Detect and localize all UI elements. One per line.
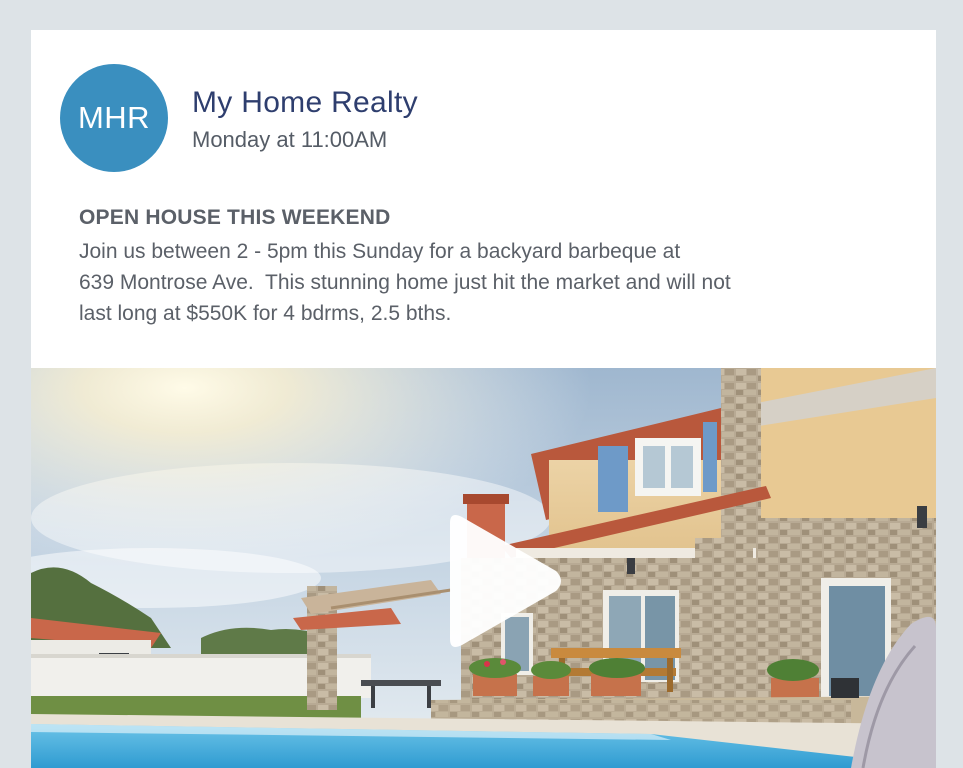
social-post-card: MHR My Home Realty Monday at 11:00AM OPE… bbox=[31, 30, 936, 768]
post-heading: OPEN HOUSE THIS WEEKEND bbox=[79, 206, 391, 229]
post-body-line: last long at $550K for 4 bdrms, 2.5 bths… bbox=[79, 302, 452, 325]
post-body-line: Join us between 2 - 5pm this Sunday for … bbox=[79, 240, 681, 263]
post-body: Join us between 2 - 5pm this Sunday for … bbox=[79, 236, 879, 329]
play-button[interactable] bbox=[436, 511, 566, 651]
post-frame: MHR My Home Realty Monday at 11:00AM OPE… bbox=[0, 0, 963, 768]
avatar[interactable]: MHR bbox=[60, 64, 168, 172]
post-timestamp[interactable]: Monday at 11:00AM bbox=[192, 127, 387, 153]
avatar-initials: MHR bbox=[77, 100, 151, 135]
play-icon bbox=[450, 515, 561, 647]
page-name[interactable]: My Home Realty bbox=[192, 86, 418, 120]
post-body-line: 639 Montrose Ave. This stunning home jus… bbox=[79, 271, 731, 294]
video-thumbnail[interactable] bbox=[31, 368, 936, 768]
